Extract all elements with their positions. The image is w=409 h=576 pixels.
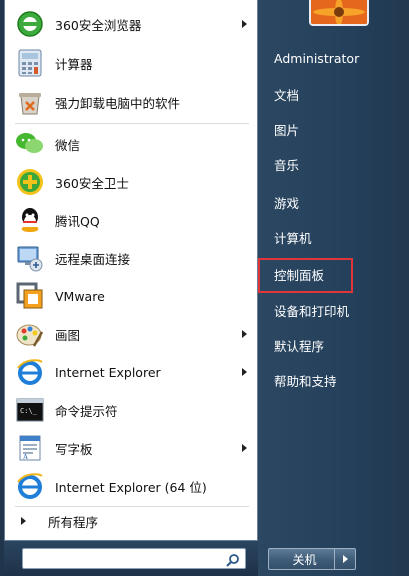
arrow-right-icon [342,555,348,563]
program-360-browser[interactable]: 360安全浏览器 [11,6,253,42]
shutdown-options-button[interactable] [334,549,355,569]
cmd-icon: C:\_ [14,394,46,426]
360-safe-icon [14,166,46,198]
user-name[interactable]: Administrator [274,51,359,66]
submenu-arrow-icon [242,20,247,28]
arrow-right-icon [21,517,26,525]
program-label: 远程桌面连接 [55,251,131,267]
avatar[interactable] [309,0,369,26]
program-uninstaller[interactable]: 强力卸载电脑中的软件 [11,84,253,120]
program-label: VMware [55,288,105,304]
calculator-icon [14,47,46,79]
programs-pane: 360安全浏览器 计算器 强力卸载电脑中的软件 微信 360安全卫士 腾讯QQ … [4,0,258,541]
program-qq[interactable]: 腾讯QQ [11,202,253,238]
program-label: 腾讯QQ [55,213,100,229]
uninstaller-icon [14,86,46,118]
right-item-music[interactable]: 音乐 [274,155,299,174]
submenu-arrow-icon [242,444,247,452]
program-label: 360安全卫士 [55,175,129,191]
right-pane: Administrator 文档 图片 音乐 游戏 计算机 控制面板 设备和打印… [258,0,409,576]
right-item-pictures[interactable]: 图片 [274,120,299,139]
program-cmd[interactable]: C:\_ 命令提示符 [11,392,253,428]
remote-desktop-icon [14,242,46,274]
program-paint[interactable]: 画图 [11,316,253,352]
right-item-devices-printers[interactable]: 设备和打印机 [274,301,349,320]
search-input[interactable] [27,551,221,570]
program-label: 画图 [55,327,81,343]
wordpad-icon: A [14,432,46,464]
svg-text:A: A [23,453,28,461]
qq-icon [14,204,46,236]
wechat-icon [14,128,46,160]
program-label: Internet Explorer (64 位) [55,479,207,495]
program-label: 写字板 [55,441,93,457]
360-browser-icon [14,8,46,40]
program-internet-explorer[interactable]: Internet Explorer [11,354,253,390]
program-wechat[interactable]: 微信 [11,126,253,162]
shutdown-button-group: 关机 [268,548,356,570]
program-vmware[interactable]: VMware [11,278,253,314]
program-label: 微信 [55,137,81,153]
submenu-arrow-icon [242,330,247,338]
program-remote-desktop[interactable]: 远程桌面连接 [11,240,253,276]
program-label: 计算器 [55,56,93,72]
search-icon[interactable] [226,552,240,567]
program-label: 360安全浏览器 [55,17,142,33]
right-item-default-programs[interactable]: 默认程序 [274,336,324,355]
all-programs-button[interactable]: 所有程序 [11,507,253,535]
shutdown-button[interactable]: 关机 [269,551,334,568]
all-programs-label: 所有程序 [48,514,99,530]
program-label: Internet Explorer [55,364,161,380]
program-internet-explorer-64[interactable]: Internet Explorer (64 位) [11,468,253,504]
program-calculator[interactable]: 计算器 [11,45,253,81]
program-label: 命令提示符 [55,403,118,419]
submenu-arrow-icon [242,368,247,376]
separator [15,123,249,124]
right-item-documents[interactable]: 文档 [274,85,299,104]
ie-icon [14,356,46,388]
right-item-computer[interactable]: 计算机 [274,228,312,247]
program-wordpad[interactable]: A 写字板 [11,430,253,466]
highlight-box [258,258,353,293]
ie-icon [14,470,46,502]
program-360-safe[interactable]: 360安全卫士 [11,164,253,200]
search-area [4,541,258,576]
right-item-help-support[interactable]: 帮助和支持 [274,371,337,390]
right-item-games[interactable]: 游戏 [274,193,299,212]
svg-text:C:\_: C:\_ [20,407,38,415]
paint-icon [14,318,46,350]
start-menu: 360安全浏览器 计算器 强力卸载电脑中的软件 微信 360安全卫士 腾讯QQ … [0,0,409,576]
vmware-icon [14,280,46,312]
search-box[interactable] [22,548,246,570]
program-label: 强力卸载电脑中的软件 [55,95,181,111]
